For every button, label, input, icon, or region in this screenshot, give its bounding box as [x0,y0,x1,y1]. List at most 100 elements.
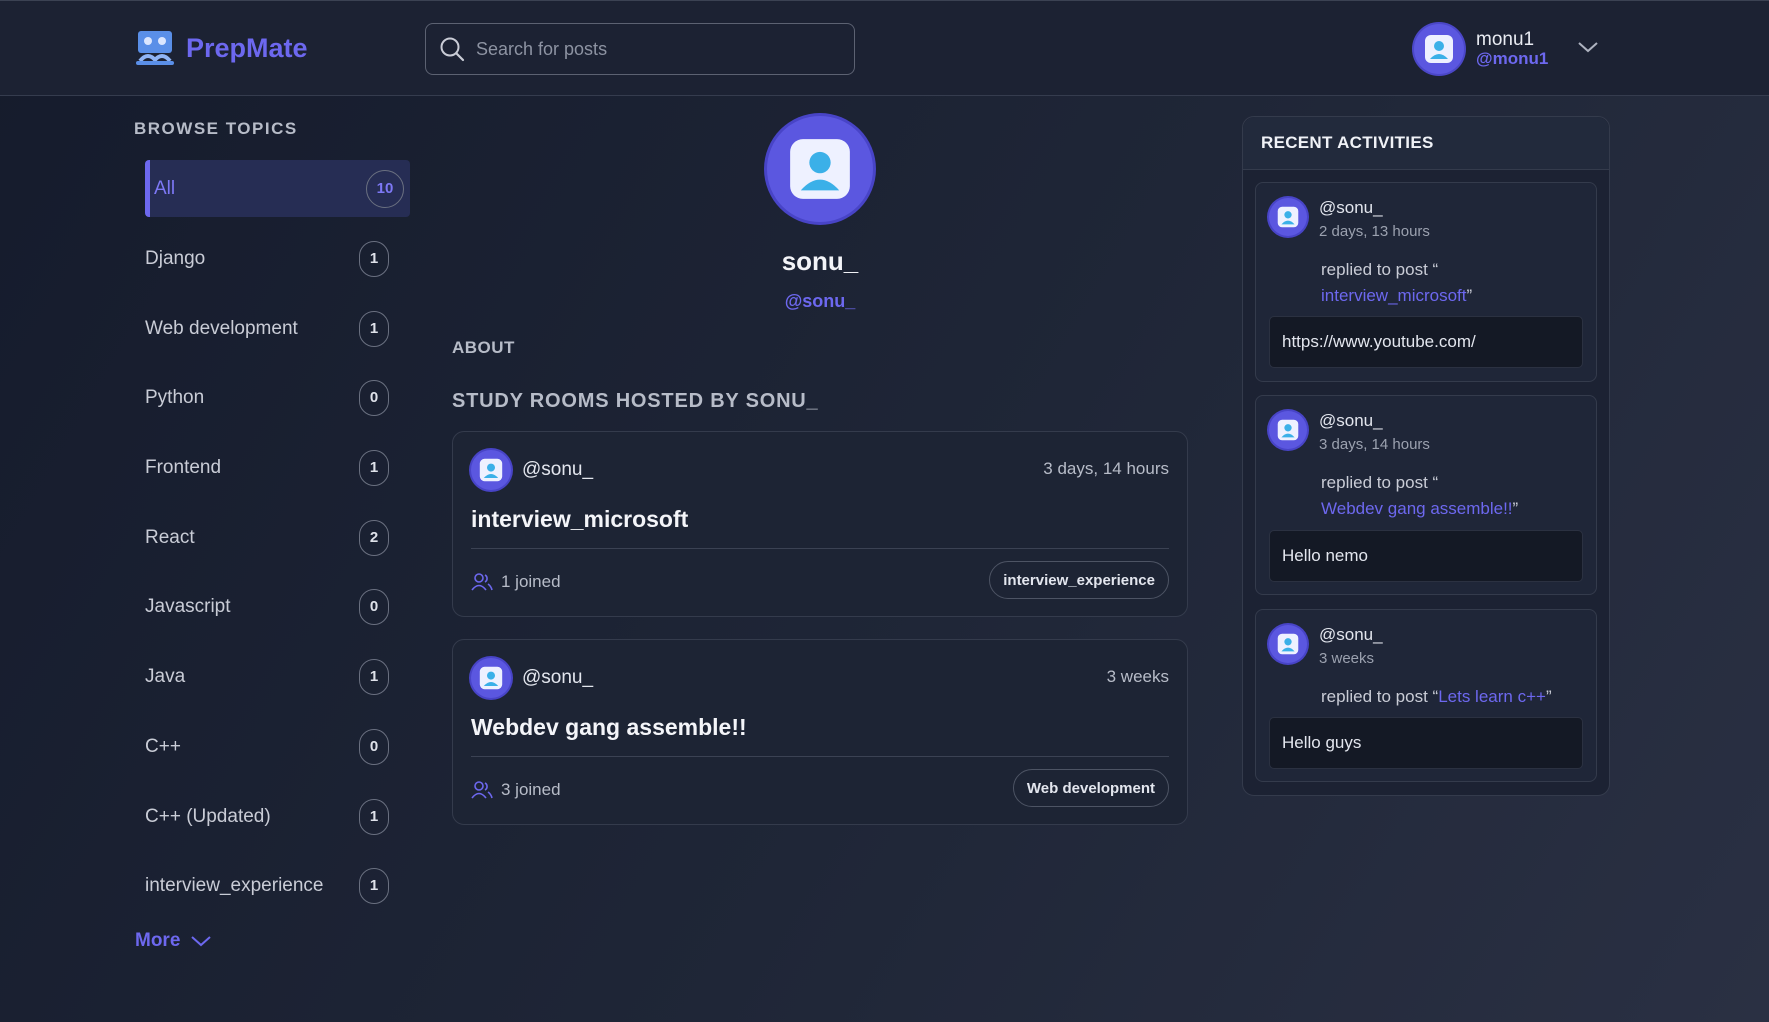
topic-count-badge: 0 [359,379,389,416]
topic-label: C++ [145,735,181,757]
activity-description: replied to post “ interview_microsoft” [1321,257,1581,309]
activity-prefix: replied to post “ [1321,687,1439,706]
activity-item: @sonu_ 3 weeks replied to post “Lets lea… [1255,609,1597,782]
divider [471,548,1169,549]
activity-timestamp: 2 days, 13 hours [1319,223,1430,240]
activity-suffix: ” [1512,499,1519,518]
topic-label: Python [145,386,205,408]
topic-item-python[interactable]: Python 0 [145,369,410,426]
room-title-link[interactable]: interview_microsoft [471,506,688,533]
topic-label: Java [145,665,186,687]
activity-timestamp: 3 weeks [1319,650,1375,667]
topic-item-react[interactable]: React 2 [145,509,410,566]
user-icon [1277,206,1299,228]
chevron-down-icon[interactable] [1576,37,1600,57]
user-icon [479,458,503,482]
room-host-link[interactable]: @sonu_ [522,459,593,481]
recent-activities-title: RECENT ACTIVITIES [1243,117,1609,170]
profile-name: sonu_ [781,246,859,276]
search-bar[interactable] [425,23,855,75]
activity-post-link[interactable]: interview_microsoft [1321,286,1467,305]
search-icon [440,37,465,62]
activity-suffix: ” [1545,687,1552,706]
room-participants: 1 joined [471,572,561,592]
topic-label: All [154,177,176,199]
avatar[interactable] [471,450,511,490]
topic-item-cpp-updated[interactable]: C++ (Updated) 1 [145,788,410,845]
avatar[interactable] [1414,24,1464,74]
topic-count-badge: 10 [366,169,404,208]
divider [471,756,1169,757]
topic-count-badge: 0 [359,588,389,625]
study-rooms-title: STUDY ROOMS HOSTED BY SONU_ [452,390,819,412]
topic-count-badge: 1 [359,240,389,277]
browse-topics-title: BROWSE TOPICS [134,119,298,138]
topic-item-web-development[interactable]: Web development 1 [145,300,410,357]
top-nav-bar: PrepMate monu1 @monu1 [0,0,1769,96]
topic-count-badge: 1 [359,867,389,904]
more-topics-button[interactable]: More [135,930,212,952]
topic-item-all[interactable]: All 10 [145,160,410,217]
avatar[interactable] [471,658,511,698]
room-topic-tag[interactable]: Web development [1012,769,1169,807]
topic-count-badge: 1 [359,310,389,347]
activity-user-link[interactable]: @sonu_ [1319,198,1383,218]
avatar[interactable] [1269,411,1307,449]
topic-item-django[interactable]: Django 1 [145,230,410,287]
user-menu[interactable]: monu1 @monu1 [1414,24,1548,74]
topic-count-badge: 0 [359,728,389,765]
avatar[interactable] [1269,198,1307,236]
topic-count-badge: 2 [359,519,389,556]
activity-description: replied to post “Lets learn c++” [1321,684,1581,710]
study-group-icon [136,31,174,65]
activity-user-link[interactable]: @sonu_ [1319,411,1383,431]
room-topic-tag[interactable]: interview_experience [989,561,1169,599]
activity-prefix: replied to post “ [1321,260,1439,279]
search-input[interactable] [474,37,838,61]
activity-suffix: ” [1466,286,1473,305]
activity-timestamp: 3 days, 14 hours [1319,436,1430,453]
activity-post-link[interactable]: Lets learn c++ [1438,687,1546,706]
topic-label: Web development [145,317,298,339]
user-icon [790,139,850,199]
chevron-down-icon [191,936,212,947]
user-icon [1277,419,1299,441]
activity-reply-text: https://www.youtube.com/ [1269,316,1583,368]
people-icon [471,573,493,591]
topic-label: Django [145,247,206,269]
room-card[interactable]: @sonu_ 3 days, 14 hours interview_micros… [452,431,1188,617]
avatar[interactable] [1269,625,1307,663]
room-host-link[interactable]: @sonu_ [522,667,593,689]
user-handle: @monu1 [1476,49,1549,68]
profile-avatar [767,116,873,222]
activity-user-link[interactable]: @sonu_ [1319,625,1383,645]
topic-label: React [145,526,195,548]
topic-item-javascript[interactable]: Javascript 0 [145,578,410,635]
user-icon [1425,35,1453,63]
activity-description: replied to post “ Webdev gang assemble!!” [1321,470,1581,522]
profile-handle: @sonu_ [784,291,856,311]
recent-activities-panel: RECENT ACTIVITIES @sonu_ 2 days, 13 hour… [1242,116,1610,796]
room-participants: 3 joined [471,780,561,800]
topic-count-badge: 1 [359,798,389,835]
activity-post-link[interactable]: Webdev gang assemble!! [1321,499,1513,518]
topic-item-java[interactable]: Java 1 [145,648,410,705]
user-icon [1277,633,1299,655]
room-card[interactable]: @sonu_ 3 weeks Webdev gang assemble!! 3 … [452,639,1188,825]
topic-item-frontend[interactable]: Frontend 1 [145,439,410,496]
joined-count: 1 joined [501,572,561,591]
topic-item-interview-experience[interactable]: interview_experience 1 [145,857,410,914]
topic-label: Frontend [145,456,222,478]
topic-count-badge: 1 [359,449,389,486]
user-display-name: monu1 [1476,29,1535,50]
joined-count: 3 joined [501,780,561,799]
activity-item: @sonu_ 2 days, 13 hours replied to post … [1255,182,1597,382]
topic-item-cpp[interactable]: C++ 0 [145,718,410,775]
activity-reply-text: Hello nemo [1269,530,1583,582]
about-title: ABOUT [452,338,515,357]
app-logo[interactable]: PrepMate [134,27,308,69]
room-title-link[interactable]: Webdev gang assemble!! [471,714,747,741]
topic-label: Javascript [145,595,231,617]
more-label: More [135,930,181,951]
activity-reply-text: Hello guys [1269,717,1583,769]
